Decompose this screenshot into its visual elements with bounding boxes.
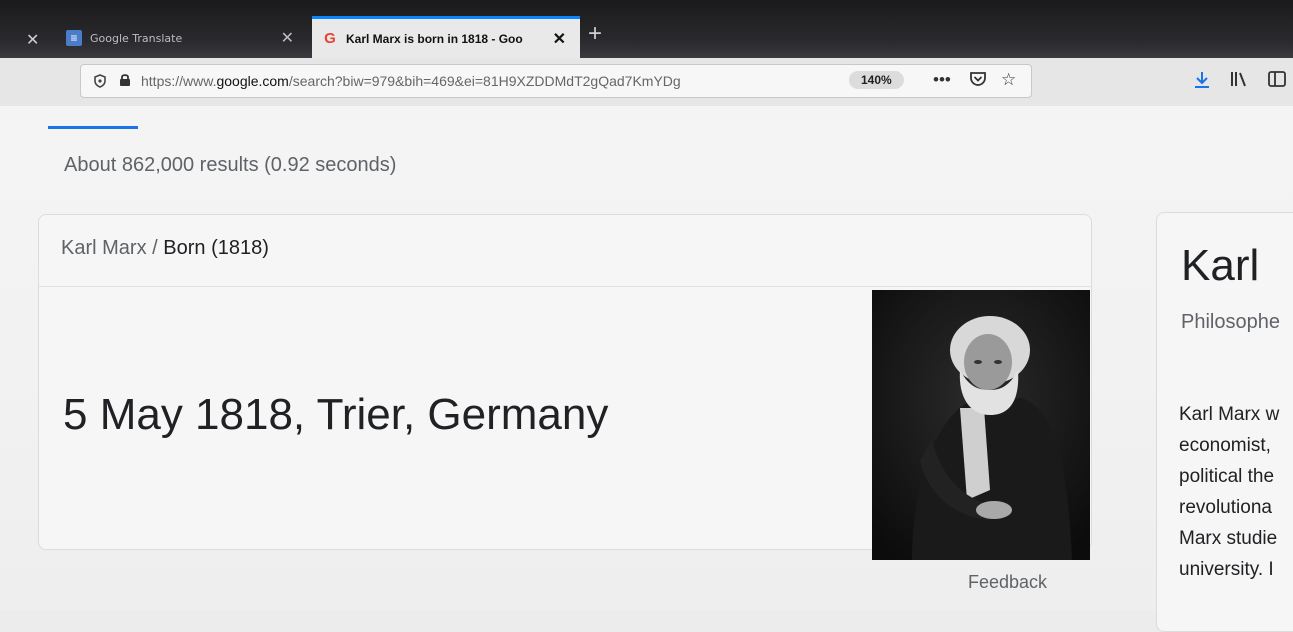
knowledge-panel: Karl Philosophe Karl Marx w economist, p…	[1156, 212, 1293, 632]
description-line: revolutiona	[1179, 497, 1272, 518]
description-line: university. I	[1179, 559, 1274, 580]
breadcrumb-attribute: Born (1818)	[163, 237, 269, 259]
knowledge-panel-description: Karl Marx w economist, political the rev…	[1179, 399, 1279, 585]
breadcrumb-entity-link[interactable]: Karl Marx	[61, 237, 147, 259]
url-text[interactable]: https://www.google.com/search?biw=979&bi…	[141, 73, 791, 89]
url-path: /search?biw=979&bih=469&ei=81H9XZDDMdT2g…	[288, 73, 681, 89]
zoom-indicator[interactable]: 140%	[849, 71, 904, 89]
description-line: Marx studie	[1179, 528, 1278, 549]
star-icon[interactable]: ☆	[1001, 70, 1016, 90]
shield-icon[interactable]	[93, 74, 107, 88]
knowledge-panel-subtitle: Philosophe	[1181, 311, 1280, 333]
description-line: economist,	[1179, 435, 1271, 456]
answer-card-header: Karl Marx / Born (1818)	[39, 215, 1091, 287]
url-prefix: https://www.	[141, 73, 217, 89]
new-tab-icon[interactable]: +	[588, 20, 602, 48]
tab-strip: ✕ ≡ Google Translate ✕ G Karl Marx is bo…	[0, 0, 1293, 58]
results-count: About 862,000 results (0.92 seconds)	[64, 154, 397, 176]
navigation-toolbar: https://www.google.com/search?biw=979&bi…	[0, 58, 1293, 106]
tab-karl-marx-search[interactable]: G Karl Marx is born in 1818 - Goo ✕	[312, 16, 580, 58]
sidebar-icon[interactable]	[1268, 71, 1286, 92]
translate-favicon-icon: ≡	[66, 30, 82, 46]
pocket-icon[interactable]	[969, 70, 987, 93]
search-results-page: About 862,000 results (0.92 seconds) Kar…	[0, 106, 1293, 632]
google-favicon-icon: G	[324, 30, 336, 47]
download-icon[interactable]	[1194, 71, 1210, 94]
answer-text: 5 May 1818, Trier, Germany	[63, 390, 609, 439]
lock-icon[interactable]	[119, 73, 131, 90]
close-icon[interactable]: ✕	[26, 30, 39, 50]
address-bar[interactable]: https://www.google.com/search?biw=979&bi…	[80, 64, 1032, 98]
tab-title: Google Translate	[90, 31, 183, 45]
tab-google-translate[interactable]: ≡ Google Translate ✕	[56, 18, 308, 58]
description-line: political the	[1179, 466, 1275, 487]
description-line: Karl Marx w	[1179, 404, 1280, 425]
library-icon[interactable]	[1230, 71, 1248, 92]
feedback-link[interactable]: Feedback	[968, 572, 1047, 593]
active-tab-indicator	[48, 126, 138, 129]
tab-close-icon[interactable]: ✕	[553, 29, 566, 49]
breadcrumb: Karl Marx / Born (1818)	[61, 237, 269, 260]
url-domain: google.com	[216, 73, 289, 89]
more-icon[interactable]: •••	[933, 70, 951, 90]
portrait-photo	[872, 290, 1090, 560]
knowledge-panel-title: Karl	[1181, 241, 1260, 290]
tab-close-icon[interactable]: ✕	[281, 28, 294, 48]
breadcrumb-separator: /	[152, 237, 158, 259]
karl-marx-portrait-image[interactable]	[872, 290, 1090, 560]
tab-title: Karl Marx is born in 1818 - Goo	[346, 31, 523, 46]
